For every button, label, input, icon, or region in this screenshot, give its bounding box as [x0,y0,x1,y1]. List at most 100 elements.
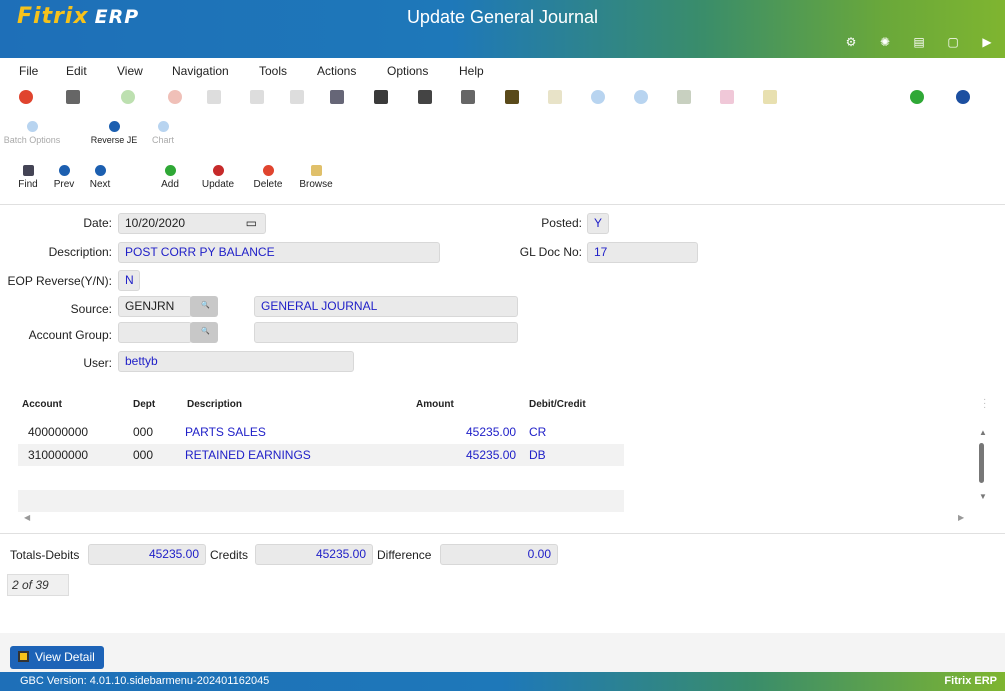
note-icon[interactable] [418,90,432,104]
up-icon [634,90,648,104]
window-title: Update General Journal [406,7,599,27]
reverse-je-button[interactable]: Reverse JE [88,121,140,145]
search-icon [22,165,34,176]
gl-doc-field[interactable]: 17 [587,242,698,263]
table-row[interactable] [18,490,624,512]
date-field[interactable]: 10/20/2020 ▭ [118,213,266,234]
chart-bar-icon [763,90,777,104]
report-icon[interactable] [461,90,475,104]
column-header-description[interactable]: Description [187,399,242,410]
down-icon [591,90,605,104]
update-button[interactable]: Update [198,165,238,190]
chart-icon [157,121,169,132]
gear-icon[interactable]: ⚙ [845,36,857,48]
next-button[interactable]: Next [82,165,118,190]
batch-options-button: Batch Options [0,121,64,145]
vertical-scrollbar[interactable] [979,443,984,483]
scroll-right-icon[interactable]: ▶ [958,513,964,522]
clipboard-icon [250,90,264,104]
menu-tools[interactable]: Tools [259,64,287,78]
browse-button[interactable]: Browse [296,165,336,190]
scroll-down-icon[interactable]: ▼ [979,492,987,501]
document-icon[interactable]: ▤ [913,36,925,48]
update-icon [212,165,224,176]
date-label: Date: [83,216,112,230]
menu-file[interactable]: File [19,64,38,78]
bottom-panel [0,633,1005,672]
scroll-up-icon[interactable]: ▲ [979,428,987,437]
column-header-debit-credit[interactable]: Debit/Credit [529,399,586,410]
account-group-description-field [254,322,518,343]
posted-field[interactable]: Y [587,213,609,234]
posted-label: Posted: [541,216,582,230]
totals-debits-label: Totals-Debits [10,548,80,562]
batch-options-icon [26,121,38,132]
paste-icon [207,90,221,104]
copy-icon[interactable] [66,90,80,104]
menu-help[interactable]: Help [459,64,484,78]
cell-description: PARTS SALES [185,425,266,439]
trend-icon[interactable] [910,90,924,104]
table-row[interactable]: 400000000 000 PARTS SALES 45235.00 CR [18,421,624,443]
account-group-lookup-button[interactable] [190,322,218,343]
power-icon[interactable] [19,90,33,104]
column-header-dept[interactable]: Dept [133,399,155,410]
play-icon[interactable]: ▶ [981,36,993,48]
gl-doc-label: GL Doc No: [519,245,582,259]
credits-label: Credits [210,548,249,562]
add-button[interactable]: Add [155,165,185,190]
eop-reverse-label: EOP Reverse(Y/N): [7,274,112,288]
column-header-amount[interactable]: Amount [416,399,454,410]
cell-amount: 45235.00 [466,425,517,439]
calendar-icon[interactable]: ▭ [246,216,257,230]
source-field[interactable]: GENJRN [118,296,192,317]
cancel-icon [168,90,182,104]
menu-actions[interactable]: Actions [317,64,356,78]
user-label: User: [83,356,112,370]
column-menu-icon[interactable]: · · · [983,395,986,413]
globe-icon[interactable]: ✺ [879,36,891,48]
description-label: Description: [48,245,112,259]
record-counter: 2 of 39 [7,574,69,596]
user-field[interactable]: bettyb [118,351,354,372]
app-header: Fitrix ERP Update General Journal ⚙ ✺ ▤ ▢… [0,0,1005,58]
cell-amount: 45235.00 [466,448,517,462]
cell-account: 400000000 [28,425,89,439]
calendar-icon[interactable] [374,90,388,104]
table-icon [548,90,562,104]
scroll-left-icon[interactable]: ◀ [24,513,30,522]
cell-debit-credit: DB [529,448,546,462]
menu-view[interactable]: View [117,64,143,78]
table-row[interactable]: 310000000 000 RETAINED EARNINGS 45235.00… [18,444,624,466]
delete-icon [262,165,274,176]
menu-navigation[interactable]: Navigation [172,64,229,78]
toolbar [0,90,1005,110]
search-icon[interactable] [330,90,344,104]
grid-icon [18,651,29,662]
menu-options[interactable]: Options [387,64,428,78]
table-row[interactable] [18,467,624,489]
menu-edit[interactable]: Edit [66,64,87,78]
eop-reverse-field[interactable]: N [118,270,140,291]
view-detail-button[interactable]: View Detail [10,646,104,669]
task-icon[interactable] [505,90,519,104]
prev-button[interactable]: Prev [46,165,82,190]
cell-dept: 000 [133,425,154,439]
account-group-label: Account Group: [28,328,112,342]
page-icon[interactable]: ▢ [947,36,959,48]
version-text: GBC Version: 4.01.10.sidebarmenu-2024011… [20,675,270,687]
find-button[interactable]: Find [10,165,46,190]
account-group-field[interactable] [118,322,192,343]
status-bar: GBC Version: 4.01.10.sidebarmenu-2024011… [0,672,1005,691]
help-icon[interactable] [956,90,970,104]
delete-button[interactable]: Delete [250,165,286,190]
column-header-account[interactable]: Account [22,399,62,410]
chart-pie-icon [720,90,734,104]
description-field[interactable]: POST CORR PY BALANCE [118,242,440,263]
check-icon [121,90,135,104]
export-icon [677,90,691,104]
source-lookup-button[interactable] [190,296,218,317]
credits-field: 45235.00 [255,544,373,565]
divider [0,533,1005,534]
cell-account: 310000000 [28,448,89,462]
